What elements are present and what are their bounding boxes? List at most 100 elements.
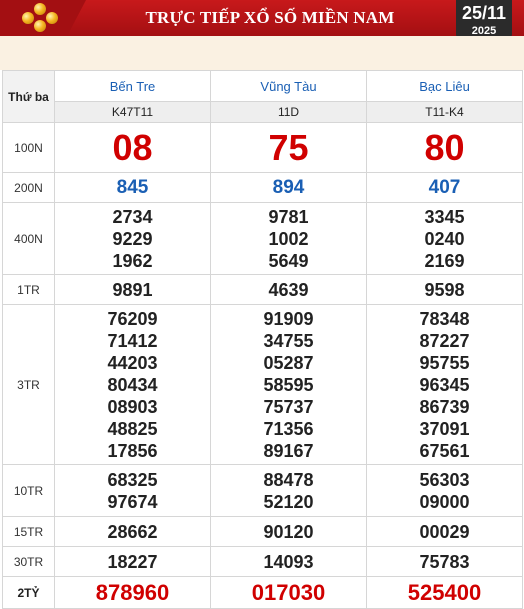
prize-cell: 75783	[366, 546, 523, 577]
prize-number: 75	[268, 126, 309, 168]
prize-number: 9229	[112, 228, 153, 249]
prize-number: 878960	[95, 579, 170, 605]
prize-number: 44203	[107, 352, 158, 373]
prize-number: 86739	[419, 396, 470, 417]
header-strip	[0, 36, 524, 70]
prize-number: 894	[272, 176, 305, 198]
prize-number: 52120	[263, 491, 314, 512]
prize-cell: 878960	[54, 576, 211, 609]
prize-cell: 3345 0240 2169	[366, 202, 523, 275]
prize-cell: 525400	[366, 576, 523, 609]
prize-number: 9891	[112, 279, 153, 300]
prize-label: 2TỶ	[2, 576, 55, 609]
prize-number: 9781	[268, 206, 309, 227]
prize-label: 400N	[2, 202, 55, 275]
province-code: 11D	[210, 101, 367, 123]
prize-number: 9598	[424, 279, 465, 300]
prize-number: 80	[424, 126, 465, 168]
date-day: 25/11	[461, 3, 507, 23]
prize-row: 1TR 9891 4639 9598	[2, 274, 523, 305]
prize-number: 28662	[107, 521, 158, 542]
prize-number: 91909	[263, 308, 314, 329]
prize-cell: 90120	[210, 516, 367, 547]
prize-label: 30TR	[2, 546, 55, 577]
weekday-label: Thứ ba	[2, 70, 55, 123]
prize-cell: 75	[210, 122, 367, 173]
prize-cell: 28662	[54, 516, 211, 547]
prize-row: 10TR 68325 97674 88478 52120 56303 09000	[2, 464, 523, 517]
province-code-row: K47T11 11D T11-K4	[3, 101, 523, 123]
prize-number: 75783	[419, 551, 470, 572]
province-name-row: Thứ ba Bến Tre Vũng Tàu Bạc Liêu	[2, 70, 523, 123]
prize-number: 4639	[268, 279, 309, 300]
prize-number: 48825	[107, 418, 158, 439]
prize-row: 400N 2734 9229 1962 9781 1002 5649 3345 0240 2169	[2, 202, 523, 275]
prize-cell: 00029	[366, 516, 523, 547]
prize-cell: 91909 34755 05287 58595 75737 71356 89167	[210, 304, 367, 465]
province-name[interactable]: Vũng Tàu	[210, 70, 367, 102]
prize-number: 017030	[251, 579, 326, 605]
prize-label: 1TR	[2, 274, 55, 305]
prize-number: 75737	[263, 396, 314, 417]
prize-number: 88478	[263, 469, 314, 490]
prize-number: 525400	[407, 579, 482, 605]
prize-cell: 017030	[210, 576, 367, 609]
prize-number: 67561	[419, 440, 470, 461]
prize-cell: 80	[366, 122, 523, 173]
prize-cell: 76209 71412 44203 80434 08903 48825 17856	[54, 304, 211, 465]
province-name[interactable]: Bạc Liêu	[366, 70, 523, 102]
prize-label: 3TR	[2, 304, 55, 465]
prize-number: 90120	[263, 521, 314, 542]
prize-row: 100N 08 75 80	[2, 122, 523, 173]
prize-row: 3TR 76209 71412 44203 80434 08903 48825 17856 91…	[2, 304, 523, 465]
prize-cell: 407	[366, 172, 523, 203]
prize-number: 14093	[263, 551, 314, 572]
prize-number: 89167	[263, 440, 314, 461]
prize-cell: 18227	[54, 546, 211, 577]
prize-number: 95755	[419, 352, 470, 373]
prize-cell: 894	[210, 172, 367, 203]
prize-number: 2734	[112, 206, 153, 227]
prize-cell: 4639	[210, 274, 367, 305]
prize-label: 10TR	[2, 464, 55, 517]
page-title: TRỰC TIẾP XỔ SỐ MIỀN NAM	[145, 8, 395, 27]
prize-number: 1962	[112, 250, 153, 271]
prize-row: 2TỶ 878960 017030 525400	[2, 576, 523, 609]
prize-cell: 9598	[366, 274, 523, 305]
prize-cell: 88478 52120	[210, 464, 367, 517]
prize-number: 18227	[107, 551, 158, 572]
prize-number: 08	[112, 126, 153, 168]
prize-number: 2169	[424, 250, 465, 271]
province-name[interactable]: Bến Tre	[54, 70, 211, 102]
province-code: K47T11	[54, 101, 211, 123]
prize-number: 08903	[107, 396, 158, 417]
lottery-balls-icon	[22, 3, 58, 33]
prize-number: 68325	[107, 469, 158, 490]
prize-label: 15TR	[2, 516, 55, 547]
prize-number: 71356	[263, 418, 314, 439]
prize-cell: 08	[54, 122, 211, 173]
prize-number: 5649	[268, 250, 309, 271]
prize-cell: 68325 97674	[54, 464, 211, 517]
prize-number: 76209	[107, 308, 158, 329]
prize-number: 80434	[107, 374, 158, 395]
prize-number: 37091	[419, 418, 470, 439]
prize-number: 407	[428, 176, 461, 198]
prize-cell: 78348 87227 95755 96345 86739 37091 67561	[366, 304, 523, 465]
prize-cell: 2734 9229 1962	[54, 202, 211, 275]
prize-number: 00029	[419, 521, 470, 542]
prize-number: 1002	[268, 228, 309, 249]
prize-number: 71412	[107, 330, 158, 351]
date-badge: 25/11 2025	[456, 0, 512, 40]
prize-number: 09000	[419, 491, 470, 512]
prize-cell: 9891	[54, 274, 211, 305]
logo	[0, 0, 86, 36]
prize-number: 97674	[107, 491, 158, 512]
prize-cell: 14093	[210, 546, 367, 577]
prize-row: 30TR 18227 14093 75783	[2, 546, 523, 577]
prize-number: 34755	[263, 330, 314, 351]
header-bar: TRỰC TIẾP XỔ SỐ MIỀN NAM 25/11 2025	[0, 0, 524, 40]
prize-cell: 845	[54, 172, 211, 203]
prize-number: 845	[116, 176, 149, 198]
prize-label: 100N	[2, 122, 55, 173]
